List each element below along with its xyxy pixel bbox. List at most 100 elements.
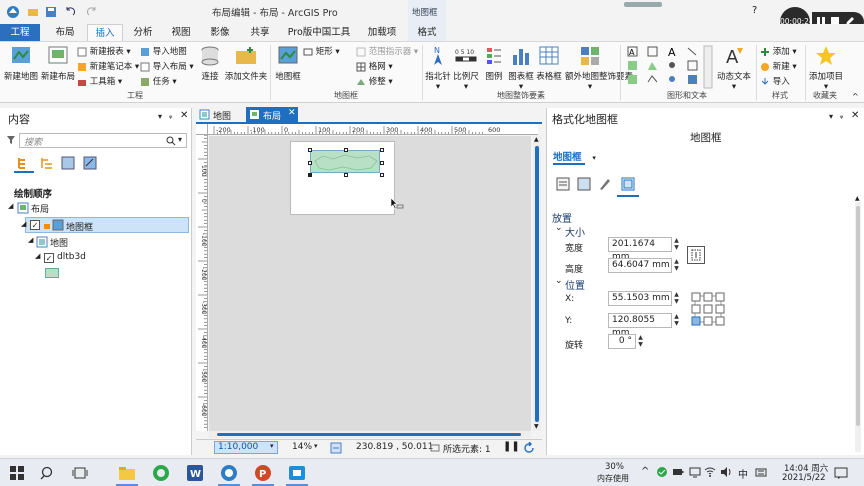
word-icon[interactable]: W <box>186 464 204 482</box>
lock-icon[interactable] <box>42 220 52 230</box>
reshape-button[interactable]: 修整 ▾ <box>356 75 393 89</box>
layer-visibility-checkbox[interactable]: ✓ <box>44 253 54 263</box>
pane-menu-icon[interactable]: ▾ <box>158 112 162 121</box>
selection-handle[interactable] <box>308 160 312 165</box>
import-map-button[interactable]: 导入地图 <box>140 45 187 59</box>
format-pane-close-icon[interactable]: ✕ <box>851 110 859 121</box>
tray-expand-icon[interactable]: ^ <box>641 466 649 477</box>
undo-icon[interactable] <box>64 6 76 18</box>
height-stepper[interactable]: ▲ ▼ <box>672 258 681 273</box>
rectangle-button[interactable]: 矩形 ▾ <box>303 45 340 59</box>
width-stepper[interactable]: ▲ ▼ <box>672 237 681 252</box>
layer-symbol-swatch[interactable] <box>45 268 59 278</box>
save-icon[interactable] <box>45 6 57 18</box>
rotation-field[interactable]: 0 ° <box>608 334 636 349</box>
format-pane-menu-icon[interactable]: ▾ <box>829 112 833 121</box>
tree-item-map-frame[interactable]: ◢ ✓ 地图框 <box>21 217 189 233</box>
selection-list-icon[interactable] <box>61 156 75 170</box>
format-pane-scrollbar[interactable]: ▲ <box>855 195 861 452</box>
keyboard-icon[interactable] <box>755 466 767 478</box>
x-stepper[interactable]: ▲ ▼ <box>672 291 681 306</box>
scale-selector[interactable]: 1:10,000 ▾ <box>214 441 278 454</box>
format-pane-pin-icon[interactable]: ᵩ <box>840 111 843 120</box>
help-button[interactable]: ? <box>752 5 757 16</box>
chart-frame-button[interactable]: 图表框 ▾ <box>507 45 535 92</box>
task-view-icon[interactable] <box>72 466 88 480</box>
anchor-point[interactable] <box>703 292 713 302</box>
ime-indicator[interactable]: 中 <box>738 466 748 481</box>
anchor-point[interactable] <box>691 316 701 326</box>
import-layout-button[interactable]: 导入布局 ▾ <box>140 60 194 74</box>
zoom-dropdown-icon[interactable]: ▾ <box>314 442 318 450</box>
anchor-point[interactable] <box>715 316 725 326</box>
edge-browser-icon[interactable] <box>152 464 170 482</box>
tab-layout[interactable]: 布局 <box>48 24 82 41</box>
layout-canvas[interactable] <box>209 136 531 431</box>
map-frame-element[interactable] <box>310 150 380 173</box>
selection-handle[interactable] <box>380 173 384 177</box>
selection-handle[interactable] <box>380 160 384 165</box>
redo-icon[interactable] <box>86 6 98 18</box>
tab-share[interactable]: 共享 <box>242 24 278 41</box>
selection-handle[interactable] <box>308 173 312 177</box>
size-collapse-icon[interactable]: ⌄ <box>555 223 563 233</box>
element-dropdown[interactable]: 地图框 ▾ <box>553 149 596 163</box>
position-collapse-icon[interactable]: ⌄ <box>555 276 563 286</box>
map-frame-visibility-checkbox[interactable]: ✓ <box>30 220 40 230</box>
legend-button[interactable]: 图例 <box>481 45 507 82</box>
new-report-button[interactable]: 新建报表 ▾ <box>77 45 131 59</box>
add-item-button[interactable]: 添加项目 ▾ <box>808 45 844 92</box>
y-field[interactable]: 120.8055 mm <box>608 313 672 338</box>
anchor-point[interactable] <box>703 304 713 314</box>
tab-insert[interactable]: 插入 <box>87 24 123 41</box>
tray-app-icon[interactable] <box>656 466 668 478</box>
anchor-point[interactable] <box>691 292 701 302</box>
pause-drawing-icon[interactable]: ❚❚ <box>503 441 520 452</box>
anchor-point[interactable] <box>703 316 713 326</box>
anchor-point-selector[interactable] <box>690 291 726 327</box>
network-icon[interactable] <box>689 466 701 478</box>
options-tab-icon[interactable] <box>556 177 570 191</box>
tab-imagery[interactable]: 影像 <box>202 24 238 41</box>
close-tab-icon[interactable]: ✕ <box>288 108 296 118</box>
file-explorer-icon[interactable] <box>118 465 136 481</box>
anchor-point[interactable] <box>715 292 725 302</box>
arcgis-taskbar-icon[interactable] <box>220 464 238 482</box>
drawing-order-icon[interactable] <box>17 156 31 170</box>
search-input[interactable]: 搜索 <box>24 135 42 148</box>
powerpoint-icon[interactable]: P <box>254 464 272 482</box>
tab-view[interactable]: 视图 <box>164 24 198 41</box>
page-extent-icon[interactable] <box>330 442 342 454</box>
selection-handle[interactable] <box>344 148 348 152</box>
new-map-button[interactable]: 新建地图 <box>3 45 39 82</box>
dynamic-text-button[interactable]: A 动态文本 ▾ <box>716 45 752 92</box>
notification-icon[interactable] <box>834 466 848 480</box>
open-folder-icon[interactable] <box>27 6 39 18</box>
toolbox-button[interactable]: 工具箱 ▾ <box>77 75 122 89</box>
tab-analysis[interactable]: 分析 <box>126 24 160 41</box>
grid-button[interactable]: 格网 ▾ <box>356 60 393 74</box>
tab-china-tools[interactable]: Pro版中国工具 <box>286 24 352 41</box>
tab-project[interactable]: 工程 <box>0 24 40 41</box>
refresh-icon[interactable] <box>523 442 535 454</box>
display-options-icon[interactable] <box>598 177 612 191</box>
filter-icon[interactable] <box>6 135 16 145</box>
extent-indicator-button[interactable]: 范围指示器 ▾ <box>356 45 418 59</box>
battery-icon[interactable] <box>672 467 684 477</box>
north-arrow-button[interactable]: N 指北针 ▾ <box>424 45 452 92</box>
selection-handle[interactable] <box>344 173 348 177</box>
collapse-ribbon-icon[interactable]: ^ <box>852 92 859 101</box>
editing-list-icon[interactable] <box>83 156 97 170</box>
source-list-icon[interactable] <box>40 156 54 170</box>
new-notebook-button[interactable]: 新建笔记本 ▾ <box>77 60 139 74</box>
doc-tab-map[interactable]: 地图 <box>196 107 242 122</box>
task-button[interactable]: 任务 ▾ <box>140 75 177 89</box>
placement-tab-icon[interactable] <box>621 177 635 191</box>
windows-start-icon[interactable] <box>10 466 24 480</box>
tree-item-map[interactable]: ◢ 地图 <box>0 235 190 249</box>
screen-recorder-icon[interactable] <box>288 464 306 482</box>
dynamic-elements-button[interactable]: 额外地图整饰要素 ▾ <box>565 45 633 92</box>
search-options-icon[interactable]: ▾ <box>178 135 182 144</box>
doc-tab-layout[interactable]: 布局 ✕ <box>246 107 298 122</box>
add-style-button[interactable]: 添加 ▾ <box>760 45 797 59</box>
